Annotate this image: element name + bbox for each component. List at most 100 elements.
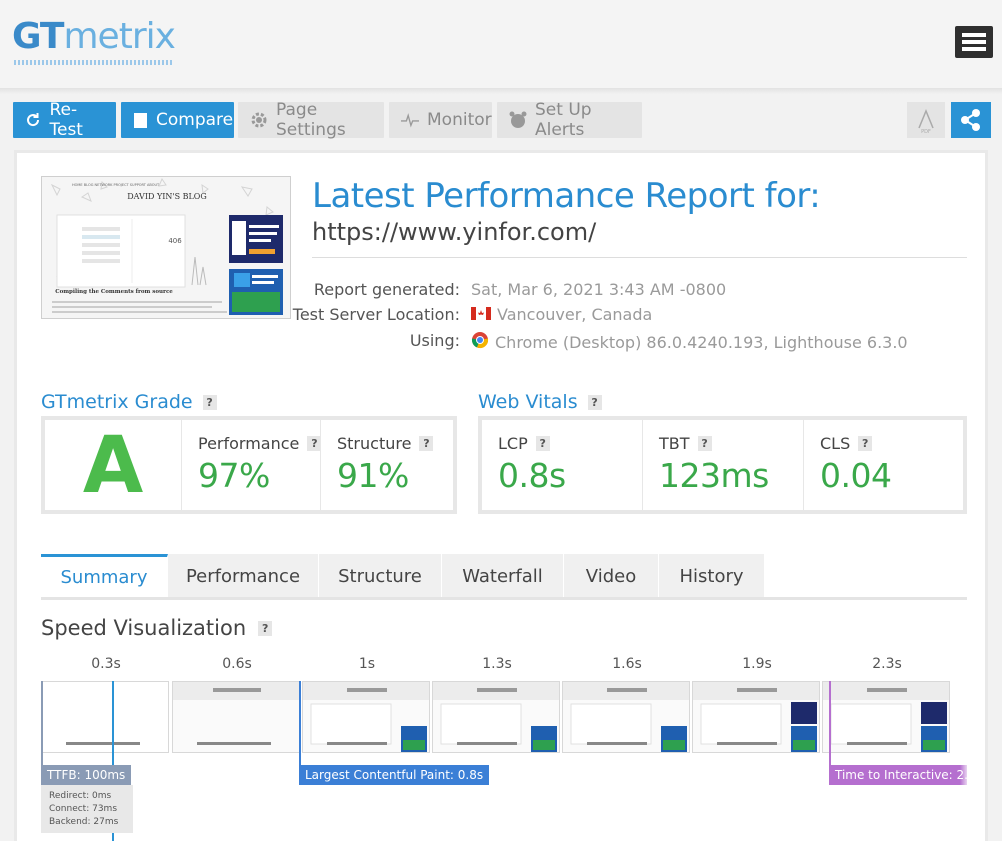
help-icon[interactable]: ?: [419, 436, 434, 451]
share-icon: [961, 109, 980, 131]
help-icon[interactable]: ?: [535, 436, 550, 451]
filmstrip-frame[interactable]: [432, 681, 560, 753]
web-vitals-heading-text: Web Vitals: [478, 391, 578, 413]
page-settings-label: Page Settings: [276, 100, 346, 140]
performance-label: Performance: [198, 434, 300, 453]
pdf-icon: PDF: [918, 109, 934, 135]
tbt-label-row: TBT ?: [659, 434, 712, 453]
alerts-label: Set Up Alerts: [535, 100, 592, 140]
help-icon[interactable]: ?: [587, 394, 602, 410]
filmstrip-frame[interactable]: [302, 681, 430, 753]
header-shadow: [0, 88, 1002, 94]
test-location-value: Vancouver, Canada: [471, 305, 652, 324]
monitor-button[interactable]: Monitor: [389, 102, 492, 138]
monitor-label: Monitor: [427, 110, 492, 130]
pulse-icon: [401, 111, 419, 129]
help-icon[interactable]: ?: [258, 620, 273, 636]
tbt-value: 123ms: [659, 456, 769, 495]
performance-label-row: Performance ?: [198, 434, 322, 453]
hamburger-menu-button[interactable]: [955, 26, 993, 58]
lcp-marker[interactable]: Largest Contentful Paint: 0.8s: [299, 765, 490, 785]
ttfb-breakdown: Redirect: 0ms Connect: 73ms Backend: 27m…: [41, 785, 133, 833]
svg-text:Compiling the Comments from so: Compiling the Comments from source: [55, 289, 173, 295]
set-up-alerts-button[interactable]: Set Up Alerts: [497, 100, 642, 140]
filmstrip-frame[interactable]: [692, 681, 820, 753]
frame-time: 0.6s: [222, 656, 252, 672]
connect-time: Connect: 73ms: [49, 804, 118, 814]
location-text: Vancouver, Canada: [497, 305, 653, 324]
frame-time: 0.3s: [91, 656, 121, 672]
report-title: Latest Performance Report for:: [312, 176, 821, 216]
tti-line: [829, 681, 831, 765]
frame-time: 1.9s: [742, 656, 772, 672]
pdf-download-button[interactable]: PDF: [907, 102, 945, 138]
menu-bar-icon: [962, 33, 986, 37]
alarm-clock-icon: [509, 111, 527, 129]
filmstrip-frame[interactable]: [41, 681, 169, 753]
svg-text:DAVID YIN'S BLOG: DAVID YIN'S BLOG: [127, 192, 207, 201]
frame-time: 1s: [358, 656, 376, 672]
tti-marker[interactable]: Time to Interactive: 2.1: [829, 765, 967, 785]
structure-label: Structure: [337, 434, 412, 453]
logo-underline: [14, 60, 174, 65]
tab-performance[interactable]: Performance: [168, 554, 319, 598]
backend-time: Backend: 27ms: [49, 817, 119, 827]
lcp-cell: LCP ? 0.8s: [482, 420, 642, 510]
compare-button[interactable]: Compare: [121, 102, 234, 138]
performance-cell: Performance ? 97%: [181, 420, 322, 510]
test-location-label: Test Server Location:: [292, 305, 460, 324]
grade-box: A Performance ? 97% Structure ? 91%: [41, 416, 457, 514]
gear-icon: [250, 111, 268, 129]
lcp-label-row: LCP ?: [498, 434, 550, 453]
svg-text:HOME BLOG NETWORK PROJECT: HOME BLOG NETWORK PROJECT SUPPORT ABOUT: [72, 183, 160, 187]
tab-video[interactable]: Video: [564, 554, 659, 598]
tabs-underline: [41, 597, 967, 600]
compare-label: Compare: [156, 110, 234, 130]
report-generated-value: Sat, Mar 6, 2021 3:43 AM -0800: [471, 280, 726, 299]
menu-bar-icon: [962, 40, 986, 44]
report-url[interactable]: https://www.yinfor.com/: [312, 218, 596, 246]
help-icon[interactable]: ?: [697, 436, 712, 451]
page-settings-button[interactable]: Page Settings: [238, 100, 384, 140]
svg-text:PDF: PDF: [921, 129, 931, 135]
help-icon[interactable]: ?: [202, 394, 217, 410]
filmstrip-frame[interactable]: [822, 681, 950, 753]
filmstrip-frame[interactable]: [172, 681, 300, 753]
tab-history[interactable]: History: [659, 554, 765, 598]
filmstrip-frame[interactable]: [562, 681, 690, 753]
share-button[interactable]: [951, 102, 991, 138]
lcp-label: LCP: [498, 434, 528, 453]
chrome-icon: [471, 331, 489, 353]
web-vitals-box: LCP ? 0.8s TBT ? 123ms CLS ? 0.04: [478, 416, 967, 514]
top-header: GTmetrix: [0, 0, 1002, 88]
lcp-value: 0.8s: [498, 456, 566, 495]
structure-value: 91%: [337, 456, 409, 495]
cls-label-row: CLS ?: [820, 434, 873, 453]
redirect-time: Redirect: 0ms: [49, 791, 112, 801]
speed-visualization-heading: Speed Visualization ?: [41, 616, 273, 640]
canada-flag-icon: [471, 305, 491, 324]
performance-value: 97%: [198, 456, 270, 495]
tbt-cell: TBT ? 123ms: [642, 420, 803, 510]
page-screenshot-thumbnail[interactable]: HOME BLOG NETWORK PROJECT SUPPORT ABOUT …: [41, 176, 291, 319]
help-icon[interactable]: ?: [858, 436, 873, 451]
using-label: Using:: [409, 331, 460, 350]
retest-button[interactable]: Re-Test: [13, 100, 116, 140]
cls-cell: CLS ? 0.04: [803, 420, 963, 510]
lcp-line: [299, 681, 301, 765]
filmstrip-fade: [960, 656, 970, 841]
browser-text: Chrome (Desktop) 86.0.4240.193, Lighthou…: [495, 332, 908, 352]
logo-gt: GT: [12, 16, 64, 57]
frame-time: 1.3s: [482, 656, 512, 672]
grade-heading-text: GTmetrix Grade: [41, 391, 193, 413]
speed-visualization-title: Speed Visualization: [41, 616, 247, 640]
grade-letter: A: [82, 421, 144, 511]
tab-structure[interactable]: Structure: [319, 554, 442, 598]
gtmetrix-logo[interactable]: GTmetrix: [12, 14, 176, 60]
report-tabs: Summary Performance Structure Waterfall …: [41, 554, 765, 598]
ttfb-marker[interactable]: TTFB: 100ms: [41, 765, 132, 785]
structure-cell: Structure ? 91%: [320, 420, 453, 510]
tab-waterfall[interactable]: Waterfall: [442, 554, 564, 598]
frame-time: 1.6s: [612, 656, 642, 672]
tab-summary[interactable]: Summary: [41, 554, 168, 598]
